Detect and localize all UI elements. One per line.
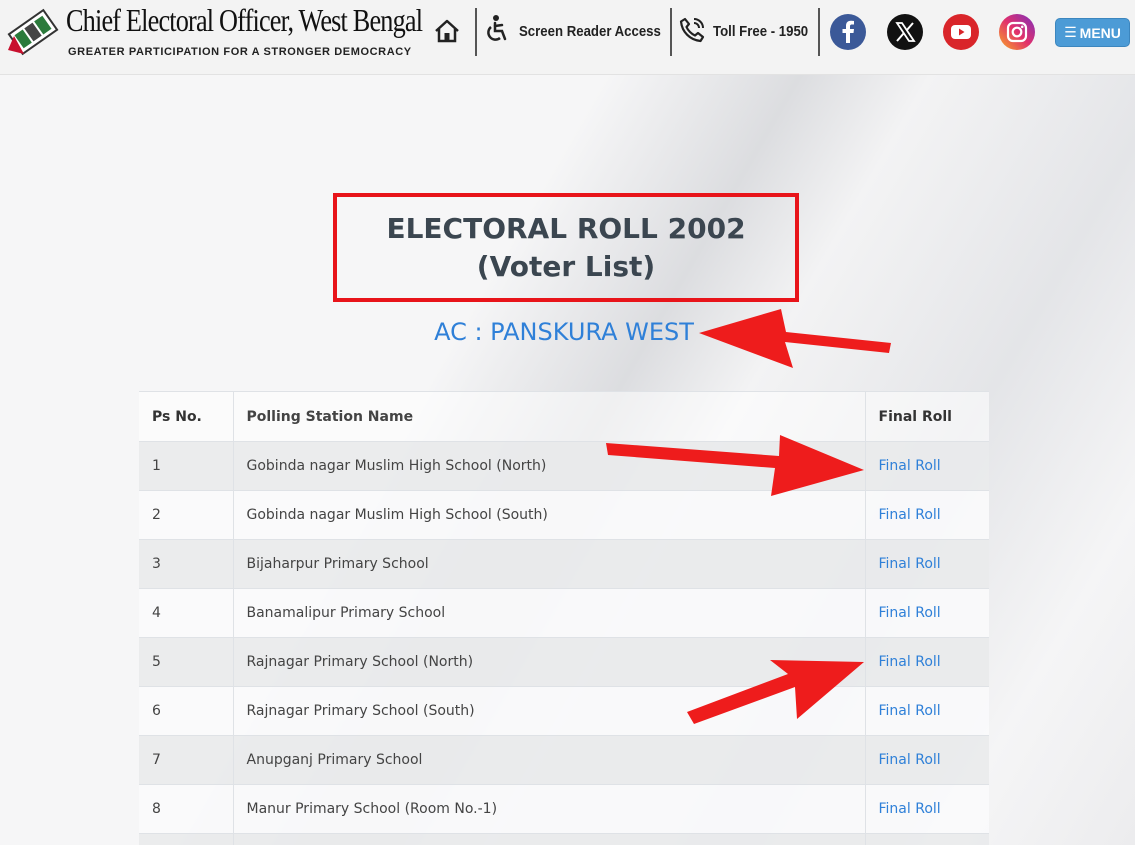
site-header: Chief Electoral Officer, West Bengal GRE… — [0, 0, 1135, 75]
home-icon[interactable] — [432, 16, 462, 46]
table-row: 4 Banamalipur Primary School Final Roll — [139, 588, 989, 638]
menu-label: MENU — [1079, 24, 1121, 41]
polling-station-name: Anupganj Primary School — [233, 735, 866, 785]
column-header-final-roll: Final Roll — [865, 391, 989, 442]
accessibility-icon[interactable] — [483, 14, 511, 44]
ps-number: 2 — [139, 490, 234, 540]
polling-station-name — [233, 833, 866, 845]
final-roll-link[interactable]: Final Roll — [879, 605, 941, 621]
screen-reader-link[interactable]: Screen Reader Access — [519, 23, 661, 40]
ballot-logo-icon[interactable] — [4, 6, 62, 58]
ps-number: 3 — [139, 539, 234, 589]
final-roll-cell — [865, 833, 989, 845]
polling-station-name: Manur Primary School (Room No.-1) — [233, 784, 866, 834]
facebook-icon[interactable] — [830, 14, 866, 50]
polling-station-name: Banamalipur Primary School — [233, 588, 866, 638]
polling-station-name: Bijaharpur Primary School — [233, 539, 866, 589]
ps-number: 8 — [139, 784, 234, 834]
final-roll-link[interactable]: Final Roll — [879, 801, 941, 817]
menu-button[interactable]: ☰ MENU — [1055, 18, 1130, 47]
table-row: 6 Rajnagar Primary School (South) Final … — [139, 686, 989, 736]
table-row: 5 Rajnagar Primary School (North) Final … — [139, 637, 989, 687]
table-row — [139, 833, 989, 845]
youtube-icon[interactable] — [943, 14, 979, 50]
page-title-box: ELECTORAL ROLL 2002 (Voter List) — [333, 193, 799, 302]
ps-number: 6 — [139, 686, 234, 736]
instagram-icon[interactable] — [999, 14, 1035, 50]
polling-station-name: Gobinda nagar Muslim High School (South) — [233, 490, 866, 540]
ps-number: 7 — [139, 735, 234, 785]
phone-icon[interactable] — [678, 16, 706, 44]
final-roll-link[interactable]: Final Roll — [879, 556, 941, 572]
final-roll-link[interactable]: Final Roll — [879, 507, 941, 523]
site-tagline: GREATER PARTICIPATION FOR A STRONGER DEM… — [68, 46, 412, 58]
final-roll-link[interactable]: Final Roll — [879, 654, 941, 670]
table-row: 8 Manur Primary School (Room No.-1) Fina… — [139, 784, 989, 834]
table-row: 1 Gobinda nagar Muslim High School (Nort… — [139, 441, 989, 491]
table-header-row: Ps No. Polling Station Name Final Roll — [139, 391, 989, 442]
table-row: 3 Bijaharpur Primary School Final Roll — [139, 539, 989, 589]
page-subtitle: (Voter List) — [476, 249, 656, 283]
column-header-station-name: Polling Station Name — [233, 391, 866, 442]
header-divider — [818, 8, 820, 56]
toll-free-number[interactable]: Toll Free - 1950 — [713, 23, 808, 40]
ps-number — [139, 833, 234, 845]
assembly-constituency-title: AC : PANSKURA WEST — [434, 318, 694, 346]
polling-station-name: Rajnagar Primary School (North) — [233, 637, 866, 687]
page-title: ELECTORAL ROLL 2002 — [386, 211, 746, 245]
ps-number: 1 — [139, 441, 234, 491]
x-icon[interactable] — [887, 14, 923, 50]
polling-station-table: Ps No. Polling Station Name Final Roll 1… — [139, 391, 989, 845]
polling-station-name: Rajnagar Primary School (South) — [233, 686, 866, 736]
ps-number: 4 — [139, 588, 234, 638]
final-roll-link[interactable]: Final Roll — [879, 703, 941, 719]
hamburger-icon: ☰ — [1064, 24, 1077, 40]
ps-number: 5 — [139, 637, 234, 687]
final-roll-link[interactable]: Final Roll — [879, 752, 941, 768]
header-divider — [670, 8, 672, 56]
table-row: 2 Gobinda nagar Muslim High School (Sout… — [139, 490, 989, 540]
table-row: 7 Anupganj Primary School Final Roll — [139, 735, 989, 785]
final-roll-link[interactable]: Final Roll — [879, 458, 941, 474]
header-divider — [475, 8, 477, 56]
polling-station-name: Gobinda nagar Muslim High School (North) — [233, 441, 866, 491]
column-header-ps-no: Ps No. — [139, 391, 234, 442]
site-title[interactable]: Chief Electoral Officer, West Bengal — [66, 2, 423, 39]
